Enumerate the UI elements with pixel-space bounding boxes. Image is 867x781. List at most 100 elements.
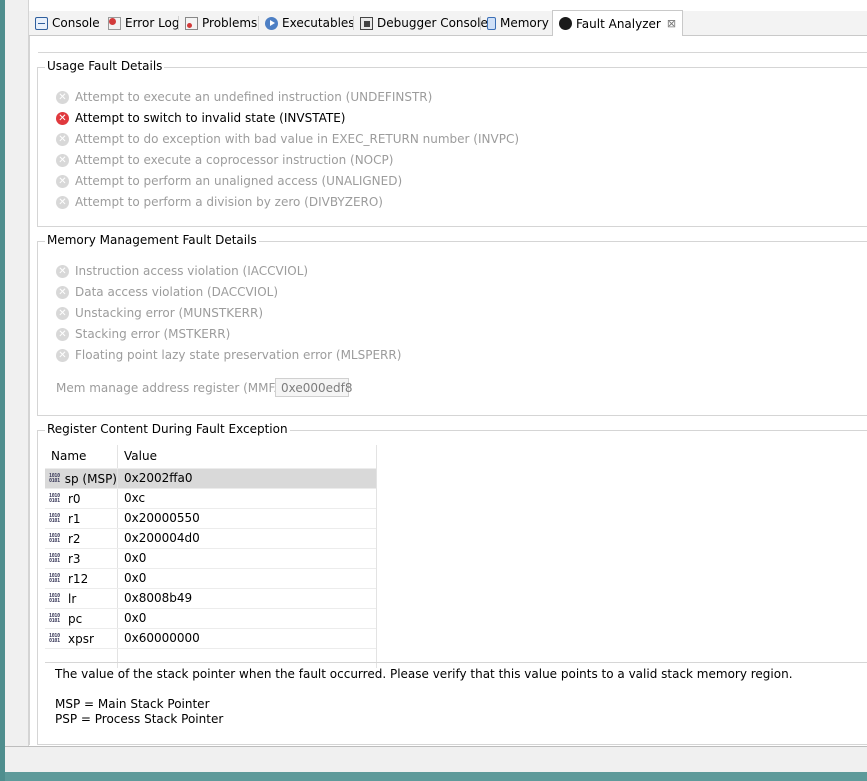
mem-fault-group: Memory Management Fault Details ✕ Instruc… (37, 233, 867, 416)
memory-icon (487, 16, 496, 30)
register-description: The value of the stack pointer when the … (45, 662, 867, 727)
fault-label: Attempt to perform an unaligned access (… (75, 174, 403, 188)
group-title: Register Content During Fault Exception (45, 422, 290, 436)
error-x-icon: ✕ (56, 348, 69, 362)
fault-munstkerr: ✕ Unstacking error (MUNSTKERR) (56, 304, 263, 322)
register-name: r2 (68, 531, 81, 546)
register-name: lr (68, 591, 77, 606)
fault-undefinstr: ✕ Attempt to execute an undefined instruc… (56, 88, 432, 106)
fault-invstate: ✕ Attempt to switch to invalid state (INV… (56, 109, 345, 127)
view-top-edge (38, 36, 867, 53)
fault-mstkerr: ✕ Stacking error (MSTKERR) (56, 325, 230, 343)
register-value: 0x8008b49 (124, 591, 193, 605)
fault-label: Attempt to perform a division by zero (D… (75, 195, 383, 209)
fault-label: Attempt to execute a coprocessor instruc… (75, 153, 394, 167)
fault-label: Attempt to execute an undefined instruct… (75, 90, 433, 104)
tab-separator (178, 16, 179, 30)
tab-error-log[interactable]: Error Log (108, 11, 180, 35)
register-name: r12 (68, 571, 89, 586)
table-row[interactable]: 1010 0101 xpsr 0x60000000 (45, 628, 376, 648)
table-row[interactable]: 1010 0101 r3 0x0 (45, 548, 376, 568)
binary-register-icon: 1010 0101 (49, 512, 60, 524)
table-row[interactable]: 1010 0101 r12 0x0 (45, 568, 376, 588)
table-row[interactable]: 1010 0101 r1 0x20000550 (45, 508, 376, 528)
binary-register-icon: 1010 0101 (49, 492, 60, 504)
register-content-group: Register Content During Fault Exception … (37, 422, 867, 745)
register-name: sp (MSP) (64, 471, 117, 486)
tab-problems[interactable]: Problems (185, 11, 257, 35)
usage-fault-group: Usage Fault Details ✕ Attempt to execute … (37, 59, 867, 227)
mmfar-label: Mem manage address register (MMFAR): (56, 381, 300, 395)
tab-label: Fault Analyzer (576, 16, 661, 31)
tab-separator (353, 16, 354, 30)
error-x-icon: ✕ (56, 285, 69, 299)
description-msp: MSP = Main Stack Pointer (55, 697, 210, 711)
register-name: r0 (68, 491, 81, 506)
error-x-icon: ✕ (56, 153, 69, 167)
console-icon (35, 16, 48, 30)
fault-iaccviol: ✕ Instruction access violation (IACCVIOL) (56, 262, 308, 280)
description-text: The value of the stack pointer when the … (55, 667, 793, 681)
register-value: 0x0 (124, 551, 147, 565)
binary-register-icon: 1010 0101 (49, 552, 60, 564)
column-header-name[interactable]: Name (45, 445, 118, 468)
register-name: pc (68, 611, 83, 626)
register-table: Name Value 1010 0101 sp (MSP) 0x2002ffa0 1… (45, 445, 377, 668)
tab-console[interactable]: Console (35, 11, 100, 35)
tab-label: Console (52, 16, 100, 30)
error-x-icon: ✕ (56, 327, 69, 341)
fault-label: Attempt to switch to invalid state (INVS… (75, 111, 346, 125)
problems-icon (185, 16, 198, 30)
fault-divbyzero: ✕ Attempt to perform a division by zero (… (56, 193, 383, 211)
column-header-value[interactable]: Value (118, 445, 376, 468)
register-value: 0x2002ffa0 (124, 471, 193, 485)
binary-register-icon: 1010 0101 (49, 612, 60, 624)
table-row[interactable]: 1010 0101 r0 0xc (45, 488, 376, 508)
tab-debugger-console[interactable]: Debugger Console (360, 11, 488, 35)
close-icon[interactable]: ⊠ (667, 17, 676, 30)
register-value: 0xc (124, 491, 146, 505)
register-name: r3 (68, 551, 81, 566)
binary-register-icon: 1010 0101 (49, 472, 60, 484)
fault-analyzer-icon (559, 17, 572, 30)
register-value: 0x200004d0 (124, 531, 200, 545)
error-x-icon: ✕ (56, 264, 69, 278)
tab-label: Debugger Console (377, 16, 488, 30)
mmfar-field[interactable]: 0xe000edf8 (275, 378, 353, 397)
error-x-icon: ✕ (56, 90, 69, 104)
tab-label: Error Log (125, 16, 180, 30)
error-x-icon: ✕ (56, 132, 69, 146)
fault-analyzer-view: Usage Fault Details ✕ Attempt to execute … (29, 36, 867, 745)
tab-label: Problems (202, 16, 258, 30)
error-log-icon (108, 16, 121, 30)
tab-executables[interactable]: Executables (265, 11, 355, 35)
register-name: xpsr (68, 631, 94, 646)
register-value: 0x20000550 (124, 511, 200, 525)
tab-label: Executables (282, 16, 355, 30)
table-row[interactable]: 1010 0101 sp (MSP) 0x2002ffa0 (45, 468, 376, 488)
tab-separator (258, 16, 259, 30)
description-psp: PSP = Process Stack Pointer (55, 712, 224, 726)
tab-fault-analyzer[interactable]: Fault Analyzer ⊠ (552, 10, 684, 37)
fault-mlsperr: ✕ Floating point lazy state preservation … (56, 346, 401, 364)
error-x-icon: ✕ (56, 195, 69, 209)
binary-register-icon: 1010 0101 (49, 592, 60, 604)
register-value: 0x0 (124, 571, 147, 585)
fault-nocp: ✕ Attempt to execute a coprocessor instru… (56, 151, 393, 169)
fault-label: Instruction access violation (IACCVIOL) (75, 264, 309, 278)
fault-invpc: ✕ Attempt to do exception with bad value … (56, 130, 519, 148)
table-header: Name Value (45, 445, 376, 468)
fault-label: Data access violation (DACCVIOL) (75, 285, 279, 299)
fault-unaligned: ✕ Attempt to perform an unaligned access … (56, 172, 402, 190)
fault-label: Attempt to do exception with bad value i… (75, 132, 520, 146)
table-row[interactable]: 1010 0101 r2 0x200004d0 (45, 528, 376, 548)
fault-daccviol: ✕ Data access violation (DACCVIOL) (56, 283, 278, 301)
fault-label: Floating point lazy state preservation e… (75, 348, 402, 362)
table-row[interactable]: 1010 0101 lr 0x8008b49 (45, 588, 376, 608)
table-row[interactable]: 1010 0101 pc 0x0 (45, 608, 376, 628)
tab-memory[interactable]: Memory (487, 11, 549, 35)
group-title: Memory Management Fault Details (45, 233, 259, 247)
binary-register-icon: 1010 0101 (49, 572, 60, 584)
binary-register-icon: 1010 0101 (49, 532, 60, 544)
error-x-icon: ✕ (56, 306, 69, 320)
